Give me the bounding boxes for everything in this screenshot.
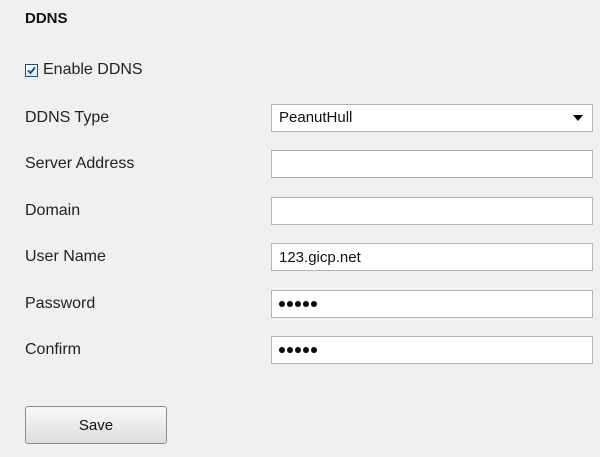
user-name-input[interactable]: [271, 243, 593, 271]
enable-ddns-label: Enable DDNS: [43, 61, 143, 78]
enable-ddns-toggle[interactable]: Enable DDNS: [25, 58, 143, 82]
password-mask-dot: [287, 301, 293, 307]
save-button[interactable]: Save: [25, 406, 167, 444]
password-label: Password: [25, 295, 96, 312]
domain-label: Domain: [25, 202, 81, 219]
ddns-type-row: DDNS Type PeanutHull: [25, 104, 600, 132]
user-name-row: User Name: [25, 243, 600, 271]
confirm-password-input[interactable]: [271, 336, 593, 364]
ddns-type-label: DDNS Type: [25, 109, 110, 126]
section-title: DDNS: [25, 10, 68, 27]
domain-row: Domain: [25, 197, 600, 225]
confirm-row: Confirm: [25, 336, 600, 364]
checkmark-icon: [27, 66, 36, 74]
password-mask-dot: [303, 301, 309, 307]
password-input[interactable]: [271, 290, 593, 318]
server-address-label: Server Address: [25, 155, 135, 172]
password-mask-dot: [303, 347, 309, 353]
ddns-type-select[interactable]: PeanutHull: [271, 104, 593, 132]
password-mask-dot: [295, 301, 301, 307]
server-address-input[interactable]: [271, 150, 593, 178]
confirm-label: Confirm: [25, 341, 82, 358]
password-mask-dot: [311, 301, 317, 307]
enable-ddns-checkbox[interactable]: [25, 63, 38, 77]
ddns-type-value: PeanutHull: [279, 109, 353, 126]
password-mask-dot: [295, 347, 301, 353]
password-mask-dot: [311, 347, 317, 353]
server-address-row: Server Address: [25, 150, 600, 178]
user-name-label: User Name: [25, 248, 106, 265]
password-row: Password: [25, 290, 600, 318]
password-mask-dot: [279, 347, 285, 353]
chevron-down-icon: [573, 115, 583, 121]
password-mask-dot: [279, 301, 285, 307]
domain-input[interactable]: [271, 197, 593, 225]
password-mask-dot: [287, 347, 293, 353]
